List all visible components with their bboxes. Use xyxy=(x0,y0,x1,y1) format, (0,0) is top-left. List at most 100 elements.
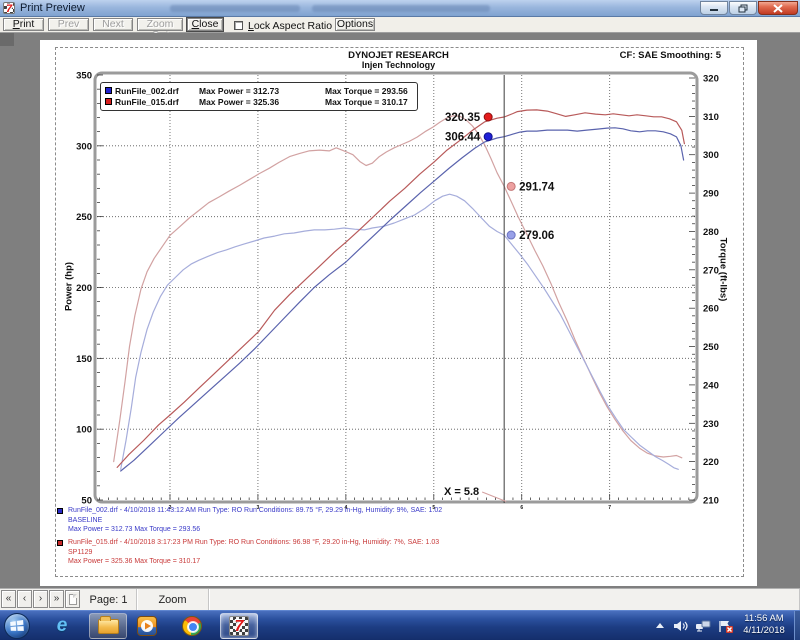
run-annotation-baseline: RunFile_002.drf - 4/10/2018 11:43:12 AM … xyxy=(57,506,442,535)
lock-aspect-checkbox[interactable] xyxy=(234,21,243,30)
svg-text:310: 310 xyxy=(703,112,719,123)
windows-flag-icon xyxy=(5,614,29,638)
svg-text:100: 100 xyxy=(76,425,92,436)
run-max-line: Max Power = 312.73 Max Torque = 293.56 xyxy=(68,525,442,535)
last-page-button[interactable]: » xyxy=(49,590,64,608)
legend-swatch-red xyxy=(105,98,112,105)
svg-text:280: 280 xyxy=(703,227,719,238)
svg-text:150: 150 xyxy=(76,354,92,365)
run-swatch-red xyxy=(57,540,63,546)
clock-date: 4/11/2018 xyxy=(736,625,792,637)
internet-explorer-icon: e xyxy=(57,615,68,637)
network-icon[interactable] xyxy=(695,619,711,633)
options-button[interactable]: Options xyxy=(335,18,375,31)
plot-frame xyxy=(95,73,697,502)
taskbar-clock[interactable]: 11:56 AM 4/11/2018 xyxy=(736,613,792,637)
dyno-chart: 3503002502001501005032031030029028027026… xyxy=(40,40,757,586)
chart-legend: RunFile_002.drf Max Power = 312.73 Max T… xyxy=(100,82,418,111)
run-swatch-blue xyxy=(57,508,63,514)
svg-text:300: 300 xyxy=(76,141,92,152)
next-page-button[interactable]: › xyxy=(33,590,48,608)
hidden-icons-arrow[interactable] xyxy=(654,620,666,632)
document-icon xyxy=(69,594,77,605)
preview-area: DYNOJET RESEARCH Injen Technology CF: SA… xyxy=(0,33,800,588)
svg-text:320: 320 xyxy=(703,74,719,85)
close-icon xyxy=(774,5,782,12)
run-info-line: RunFile_002.drf - 4/10/2018 11:43:12 AM … xyxy=(68,506,442,516)
page-indicator: Page: 1 xyxy=(81,589,137,610)
zoom-indicator[interactable]: Zoom xyxy=(137,589,209,610)
statusbar: « ‹ › » Page: 1 Zoom xyxy=(0,588,800,610)
lock-aspect-label: Lock Aspect Ratio xyxy=(248,20,332,32)
next-button[interactable]: Next xyxy=(93,18,133,31)
svg-text:300: 300 xyxy=(703,150,719,161)
page-setup-button[interactable] xyxy=(65,590,80,608)
taskbar-item-internet-explorer[interactable]: e xyxy=(43,613,81,639)
cursor-value-label: 320.35 xyxy=(445,112,481,124)
taskbar: e 7 11:56 AM 4/11/2018 xyxy=(0,610,800,640)
legend-max-torque: Max Torque = 310.17 xyxy=(325,97,413,107)
app-icon: 7 xyxy=(3,2,15,14)
prev-page-button[interactable]: ‹ xyxy=(17,590,32,608)
run-name: SP1129 xyxy=(68,548,439,558)
taskbar-item-dynojet-winpep[interactable]: 7 xyxy=(220,613,258,639)
legend-max-power: Max Power = 325.36 xyxy=(199,97,325,107)
chrome-icon xyxy=(182,616,202,636)
svg-text:210: 210 xyxy=(703,496,719,507)
restore-button[interactable] xyxy=(729,1,757,15)
taskbar-item-chrome[interactable] xyxy=(173,613,211,639)
volume-icon[interactable] xyxy=(673,619,688,633)
svg-text:250: 250 xyxy=(703,342,719,353)
first-page-button[interactable]: « xyxy=(1,590,16,608)
dynojet-icon: 7 xyxy=(229,616,249,636)
svg-text:7: 7 xyxy=(608,505,611,511)
legend-max-power: Max Power = 312.73 xyxy=(199,86,325,96)
zoom-out-button[interactable]: Zoom Out xyxy=(137,18,183,31)
cursor-dot xyxy=(484,113,492,121)
cursor-x-label: X = 5.8 xyxy=(444,486,479,498)
preview-corner xyxy=(0,33,14,46)
legend-swatch-blue xyxy=(105,87,112,94)
gridlines xyxy=(97,75,695,500)
window-titlebar[interactable]: 7 Print Preview xyxy=(0,0,800,17)
prev-button[interactable]: Prev xyxy=(48,18,89,31)
power-curve-sp1129 xyxy=(117,110,684,468)
axis-ticks xyxy=(97,75,695,500)
cursor-value-label: 279.06 xyxy=(519,230,554,242)
run-annotation-sp1129: RunFile_015.drf - 4/10/2018 3:17:23 PM R… xyxy=(57,538,439,567)
system-tray xyxy=(654,611,734,640)
close-preview-button[interactable]: Close xyxy=(187,18,223,31)
cursor-dot xyxy=(507,231,515,239)
svg-text:350: 350 xyxy=(76,71,92,82)
svg-text:240: 240 xyxy=(703,380,719,391)
start-button[interactable] xyxy=(4,613,30,639)
print-page: DYNOJET RESEARCH Injen Technology CF: SA… xyxy=(40,40,757,586)
legend-row: RunFile_002.drf Max Power = 312.73 Max T… xyxy=(105,85,413,96)
minimize-button[interactable] xyxy=(700,1,728,15)
legend-file: RunFile_015.drf xyxy=(115,97,199,107)
svg-text:50: 50 xyxy=(81,496,92,507)
svg-text:260: 260 xyxy=(703,304,719,315)
torque-curve-baseline xyxy=(121,194,679,469)
run-name: BASELINE xyxy=(68,516,442,526)
axis-tick-labels: 3503002502001501005032031030029028027026… xyxy=(76,71,719,512)
legend-max-torque: Max Torque = 293.56 xyxy=(325,86,413,96)
action-center-flag-icon[interactable] xyxy=(718,619,734,634)
taskbar-item-windows-explorer[interactable] xyxy=(89,613,127,639)
cursor-value-label: 306.44 xyxy=(445,132,481,144)
svg-text:230: 230 xyxy=(703,419,719,430)
show-desktop-button[interactable] xyxy=(794,611,800,640)
close-window-button[interactable] xyxy=(758,1,798,15)
power-curve-baseline xyxy=(121,128,684,471)
media-player-icon xyxy=(137,616,157,636)
run-info-line: RunFile_015.drf - 4/10/2018 3:17:23 PM R… xyxy=(68,538,439,548)
svg-text:200: 200 xyxy=(76,283,92,294)
cursor-dot xyxy=(507,182,515,190)
svg-text:270: 270 xyxy=(703,265,719,276)
print-button[interactable]: Print xyxy=(3,18,44,31)
svg-text:250: 250 xyxy=(76,212,92,223)
cursor-label-leader xyxy=(482,492,506,502)
taskbar-item-media-player[interactable] xyxy=(128,613,166,639)
folder-icon xyxy=(98,619,119,634)
svg-text:6: 6 xyxy=(520,505,523,511)
